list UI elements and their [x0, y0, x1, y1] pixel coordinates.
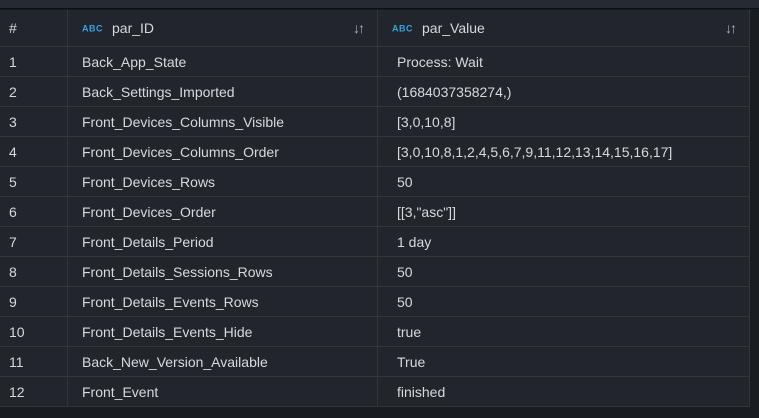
header-label: # — [9, 20, 17, 36]
par-id-cell: Back_New_Version_Available — [68, 347, 378, 377]
header-label: par_ID — [112, 20, 154, 36]
table-row: 12 Front_Event finished — [0, 377, 750, 407]
row-number-cell: 12 — [0, 377, 68, 407]
table-row: 1 Back_App_State Process: Wait — [0, 47, 750, 77]
par-value-cell: 50 — [378, 167, 750, 197]
table-panel: # ABC par_ID ↓↑ ABC par_Value ↓↑ 1 Back_… — [0, 0, 759, 418]
par-value-cell: 50 — [378, 257, 750, 287]
table-row: 7 Front_Details_Period 1 day — [0, 227, 750, 257]
par-id-cell: Back_Settings_Imported — [68, 77, 378, 107]
row-number-cell: 10 — [0, 317, 68, 347]
row-number-cell: 2 — [0, 77, 68, 107]
row-number-cell: 1 — [0, 47, 68, 77]
header-par-value[interactable]: ABC par_Value ↓↑ — [378, 10, 750, 47]
row-number-cell: 9 — [0, 287, 68, 317]
table-row: 2 Back_Settings_Imported (1684037358274,… — [0, 77, 750, 107]
par-id-cell: Front_Details_Events_Rows — [68, 287, 378, 317]
par-value-cell: [3,0,10,8,1,2,4,5,6,7,9,11,12,13,14,15,1… — [378, 137, 750, 167]
table-row: 3 Front_Devices_Columns_Visible [3,0,10,… — [0, 107, 750, 137]
table-row: 6 Front_Devices_Order [[3,"asc"]] — [0, 197, 750, 227]
row-number-cell: 11 — [0, 347, 68, 377]
row-number-cell: 4 — [0, 137, 68, 167]
par-value-cell: True — [378, 347, 750, 377]
par-value-cell: 50 — [378, 287, 750, 317]
par-value-cell: [3,0,10,8] — [378, 107, 750, 137]
par-value-cell: [[3,"asc"]] — [378, 197, 750, 227]
par-id-cell: Front_Details_Period — [68, 227, 378, 257]
row-number-cell: 5 — [0, 167, 68, 197]
header-label: par_Value — [422, 20, 485, 36]
header-par-id[interactable]: ABC par_ID ↓↑ — [68, 10, 378, 47]
sort-icon[interactable]: ↓↑ — [353, 20, 365, 36]
table-row: 10 Front_Details_Events_Hide true — [0, 317, 750, 347]
par-id-cell: Front_Devices_Order — [68, 197, 378, 227]
par-id-cell: Front_Devices_Columns_Visible — [68, 107, 378, 137]
par-value-cell: finished — [378, 377, 750, 407]
par-id-cell: Front_Devices_Columns_Order — [68, 137, 378, 167]
sort-icon[interactable]: ↓↑ — [725, 20, 737, 36]
parameters-table: # ABC par_ID ↓↑ ABC par_Value ↓↑ 1 Back_… — [0, 10, 750, 407]
table-row: 8 Front_Details_Sessions_Rows 50 — [0, 257, 750, 287]
par-id-cell: Back_App_State — [68, 47, 378, 77]
string-type-icon: ABC — [82, 24, 103, 34]
par-id-cell: Front_Details_Sessions_Rows — [68, 257, 378, 287]
par-id-cell: Front_Devices_Rows — [68, 167, 378, 197]
table-row: 9 Front_Details_Events_Rows 50 — [0, 287, 750, 317]
par-value-cell: Process: Wait — [378, 47, 750, 77]
par-value-cell: 1 day — [378, 227, 750, 257]
row-number-cell: 6 — [0, 197, 68, 227]
table-header-row: # ABC par_ID ↓↑ ABC par_Value ↓↑ — [0, 10, 750, 47]
table-row: 11 Back_New_Version_Available True — [0, 347, 750, 377]
par-id-cell: Front_Details_Events_Hide — [68, 317, 378, 347]
table-row: 5 Front_Devices_Rows 50 — [0, 167, 750, 197]
row-number-cell: 8 — [0, 257, 68, 287]
par-value-cell: (1684037358274,) — [378, 77, 750, 107]
string-type-icon: ABC — [392, 24, 413, 34]
row-number-cell: 3 — [0, 107, 68, 137]
header-row-number: # — [0, 10, 68, 47]
par-value-cell: true — [378, 317, 750, 347]
table-row: 4 Front_Devices_Columns_Order [3,0,10,8,… — [0, 137, 750, 167]
row-number-cell: 7 — [0, 227, 68, 257]
panel-above-edge — [0, 0, 759, 9]
par-id-cell: Front_Event — [68, 377, 378, 407]
